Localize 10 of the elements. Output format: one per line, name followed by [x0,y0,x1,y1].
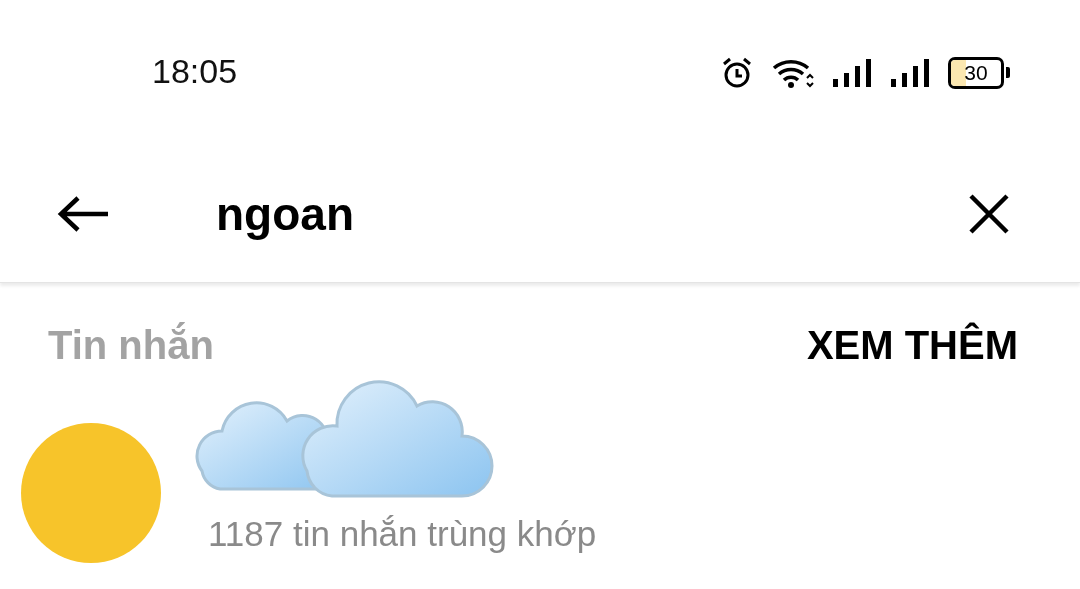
search-field[interactable]: ngoan [216,186,968,241]
match-count: 1187 tin nhắn trùng khớp [208,514,597,554]
signal-icon [890,57,930,88]
alarm-clock-icon [720,55,754,90]
see-more-button[interactable]: XEM THÊM [806,323,1018,368]
close-button[interactable] [968,192,1010,235]
section-title: Tin nhắn [48,323,214,368]
status-time: 18:05 [152,52,238,91]
signal-icon [832,57,872,88]
avatar-icon [20,422,162,564]
